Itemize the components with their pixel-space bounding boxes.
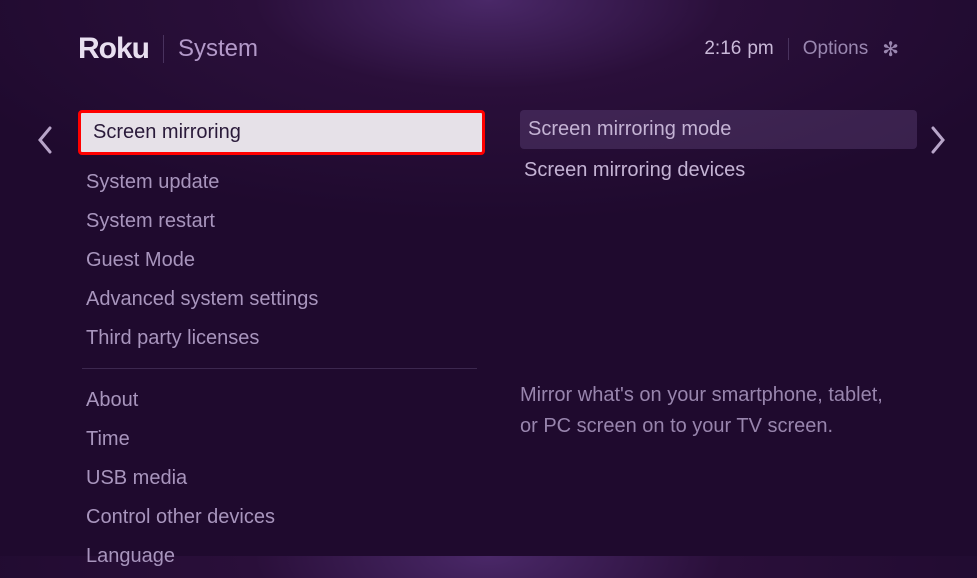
submenu-item-mirroring-mode[interactable]: Screen mirroring mode bbox=[520, 110, 917, 149]
header-left: Roku System bbox=[78, 32, 258, 66]
clock: 2:16 pm bbox=[704, 38, 773, 60]
description-text: Mirror what's on your smartphone, tablet… bbox=[520, 380, 900, 442]
menu-item-third-party-licenses[interactable]: Third party licenses bbox=[78, 321, 490, 356]
header-right: 2:16 pm Options ✻ bbox=[704, 37, 899, 62]
roku-logo: Roku bbox=[78, 32, 149, 66]
menu-item-screen-mirroring[interactable]: Screen mirroring bbox=[78, 110, 485, 155]
menu-item-language[interactable]: Language bbox=[78, 539, 490, 574]
menu-item-advanced-settings[interactable]: Advanced system settings bbox=[78, 282, 490, 317]
screen-title: System bbox=[178, 35, 258, 63]
menu-item-about[interactable]: About bbox=[78, 383, 490, 418]
menu-item-usb-media[interactable]: USB media bbox=[78, 461, 490, 496]
menu-item-system-restart[interactable]: System restart bbox=[78, 204, 490, 239]
time-value: 2:16 bbox=[704, 38, 741, 59]
menu-item-control-other-devices[interactable]: Control other devices bbox=[78, 500, 490, 535]
right-panel: Screen mirroring mode Screen mirroring d… bbox=[490, 110, 977, 578]
content-area: Screen mirroring System update System re… bbox=[0, 66, 977, 578]
menu-item-guest-mode[interactable]: Guest Mode bbox=[78, 243, 490, 278]
menu-item-system-update[interactable]: System update bbox=[78, 165, 490, 200]
chevron-left-icon[interactable] bbox=[36, 122, 54, 164]
submenu-item-mirroring-devices[interactable]: Screen mirroring devices bbox=[520, 151, 917, 190]
header-right-divider bbox=[788, 38, 789, 60]
header-divider bbox=[163, 35, 164, 63]
header: Roku System 2:16 pm Options ✻ bbox=[0, 0, 977, 66]
asterisk-icon: ✻ bbox=[882, 37, 899, 62]
left-menu: Screen mirroring System update System re… bbox=[0, 110, 490, 578]
menu-separator bbox=[82, 368, 477, 369]
options-button[interactable]: Options bbox=[803, 38, 868, 60]
time-ampm: pm bbox=[747, 38, 773, 59]
chevron-right-icon[interactable] bbox=[929, 122, 947, 164]
menu-item-time[interactable]: Time bbox=[78, 422, 490, 457]
